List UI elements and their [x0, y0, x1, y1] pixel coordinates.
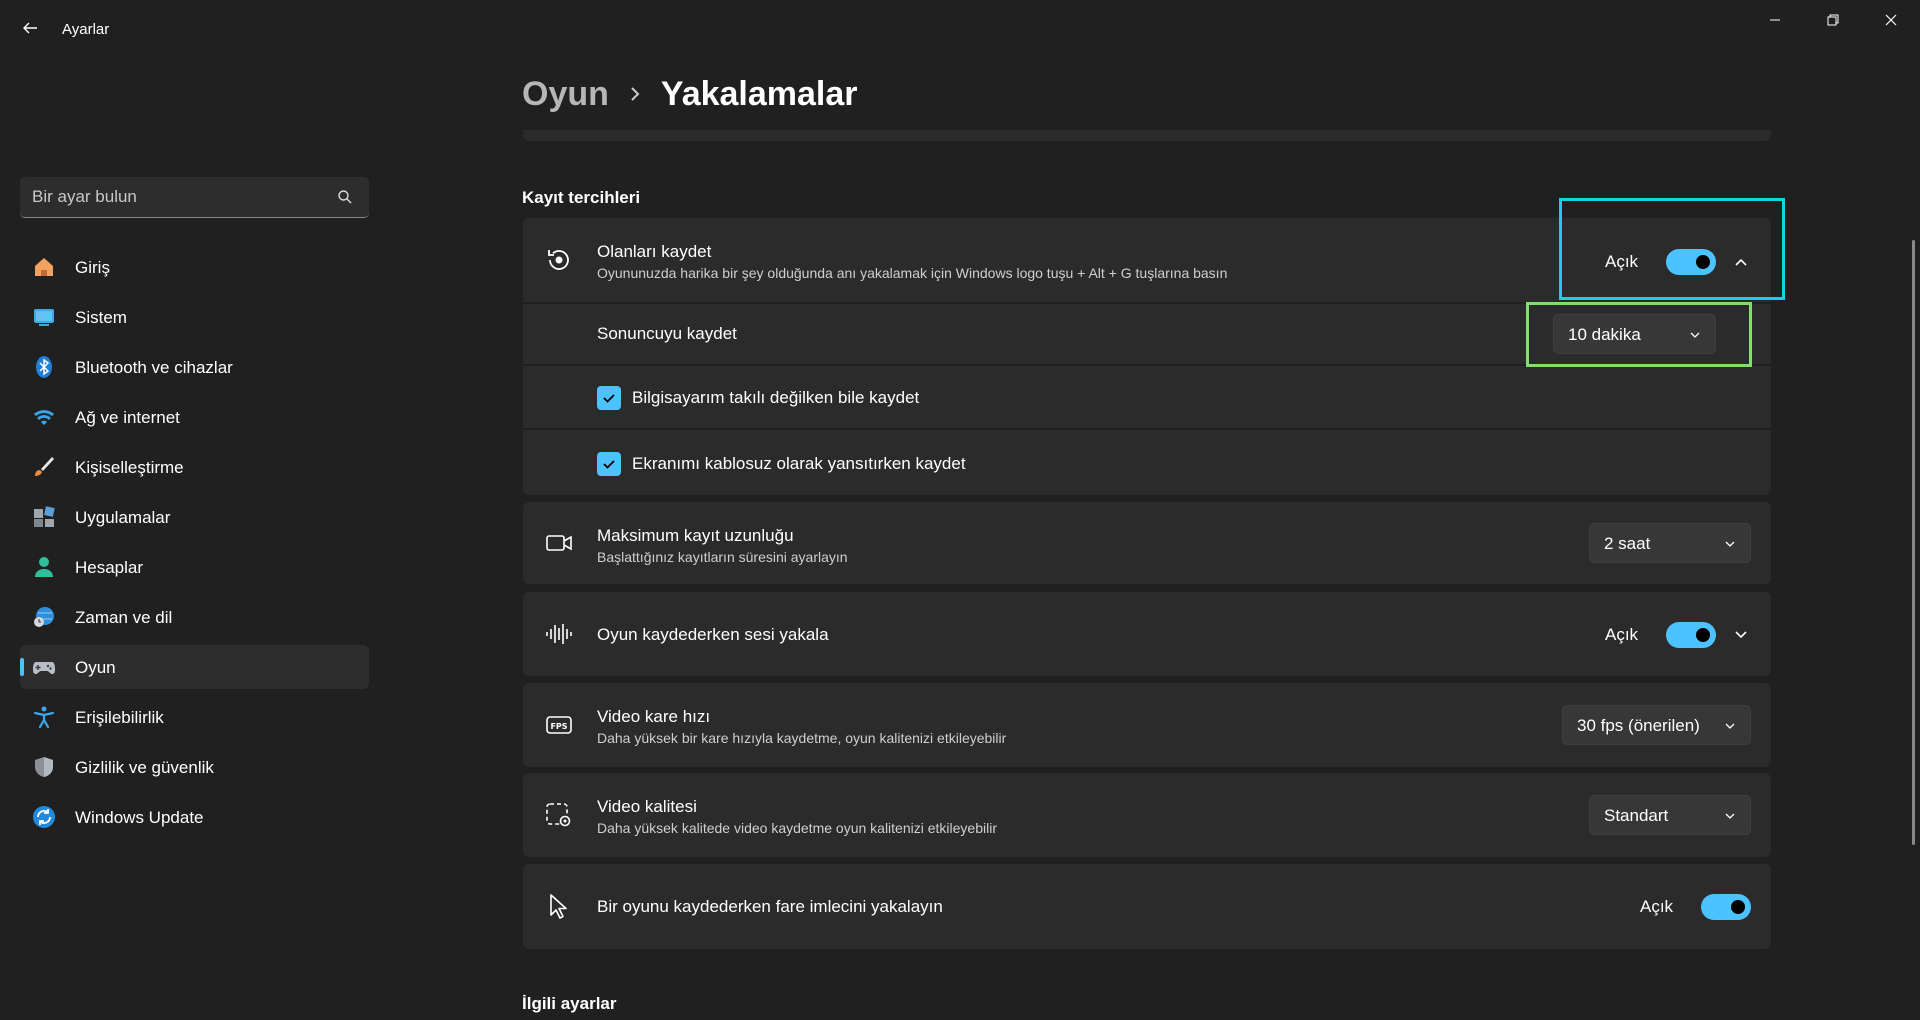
quality-value: Standart [1604, 806, 1669, 825]
breadcrumb-parent[interactable]: Oyun [522, 75, 609, 114]
audio-toggle-label: Açık [1605, 625, 1639, 644]
frame-rate-value: 30 fps (önerilen) [1577, 716, 1700, 735]
accessibility-icon [33, 706, 55, 729]
max-length-value: 2 saat [1604, 534, 1651, 553]
record-last-label: Sonuncuyu kaydet [597, 324, 737, 343]
sidebar-item-system[interactable]: Sistem [20, 295, 369, 339]
max-length-card: Maksimum kayıt uzunluğu Başlattığınız ka… [523, 502, 1771, 584]
video-camera-icon [546, 535, 572, 551]
max-length-title: Maksimum kayıt uzunluğu [597, 526, 794, 545]
highlight-box-dropdown [1526, 302, 1752, 367]
globe-clock-icon [34, 607, 54, 627]
svg-text:FPS: FPS [550, 722, 567, 731]
minimize-button[interactable] [1747, 0, 1803, 40]
audio-card[interactable]: Oyun kaydederken sesi yakala Açık [523, 592, 1771, 676]
chevron-down-icon [1725, 723, 1735, 729]
sidebar-item-bluetooth[interactable]: Bluetooth ve cihazlar [20, 345, 369, 389]
quality-title: Video kalitesi [597, 797, 697, 816]
app-title: Ayarlar [62, 21, 110, 38]
update-icon [33, 806, 55, 828]
sidebar-item-accounts[interactable]: Hesaplar [20, 545, 369, 589]
home-icon [35, 258, 53, 276]
chevron-down-icon [1735, 631, 1747, 639]
sidebar-item-home[interactable]: Giriş [20, 245, 369, 289]
frame-rate-title: Video kare hızı [597, 707, 711, 726]
scrollbar[interactable] [1912, 240, 1915, 845]
gamepad-icon [33, 662, 55, 674]
checkbox-unplugged-label: Bilgisayarım takılı değilken bile kaydet [632, 388, 920, 407]
section-title-recording: Kayıt tercihleri [522, 188, 641, 207]
chevron-right-icon [631, 87, 640, 101]
expand-button[interactable] [1730, 624, 1752, 646]
audio-title: Oyun kaydederken sesi yakala [597, 625, 829, 644]
record-history-icon [548, 250, 569, 270]
arrow-left-icon [23, 22, 37, 34]
sidebar-item-apps[interactable]: Uygulamalar [20, 495, 369, 539]
sidebar-item-personalization[interactable]: Kişiselleştirme [20, 445, 369, 489]
quality-card: Video kalitesi Daha yüksek kalitede vide… [523, 773, 1771, 857]
back-button[interactable] [18, 16, 42, 40]
page-title: Yakalamalar [660, 74, 858, 113]
brush-icon [35, 457, 54, 476]
section-title-related: İlgili ayarlar [522, 994, 617, 1013]
search-icon[interactable] [337, 189, 353, 205]
sidebar-item-windows-update[interactable]: Windows Update [20, 795, 369, 839]
search-input[interactable] [32, 177, 322, 217]
highlight-box-toggle [1559, 198, 1785, 300]
audio-waveform-icon [546, 624, 572, 644]
mouse-pointer-icon [550, 894, 567, 919]
checkmark-icon [603, 394, 615, 403]
search-box[interactable] [20, 177, 369, 218]
max-length-dropdown[interactable]: 2 saat [1589, 523, 1751, 563]
sidebar-item-accessibility[interactable]: Erişilebilirlik [20, 695, 369, 739]
person-icon [35, 557, 53, 577]
previous-card-edge [523, 130, 1771, 141]
checkbox-row-wireless: Ekranımı kablosuz olarak yansıtırken kay… [523, 430, 1771, 495]
cursor-toggle[interactable] [1701, 894, 1751, 920]
minimize-icon [1770, 19, 1780, 21]
cursor-title: Bir oyunu kaydederken fare imlecini yaka… [597, 897, 943, 916]
cursor-toggle-label: Açık [1640, 897, 1674, 916]
audio-toggle[interactable] [1666, 622, 1716, 648]
frame-rate-card: FPS Video kare hızı Daha yüksek bir kare… [523, 683, 1771, 767]
chevron-down-icon [1725, 541, 1735, 547]
checkbox-row-unplugged: Bilgisayarım takılı değilken bile kaydet [523, 366, 1771, 428]
checkbox-wireless-label: Ekranımı kablosuz olarak yansıtırken kay… [632, 454, 966, 473]
checkmark-icon [603, 460, 615, 469]
frame-rate-subtitle: Daha yüksek bir kare hızıyla kaydetme, o… [597, 730, 1007, 746]
record-what-happened-subtitle: Oyununuzda harika bir şey olduğunda anı … [597, 265, 1228, 281]
record-what-happened-title: Olanları kaydet [597, 242, 712, 261]
sidebar-nav: Giriş Sistem Bluetooth ve cihazlar Ağ ve… [20, 245, 369, 845]
fps-icon: FPS [546, 716, 572, 734]
close-icon [1885, 14, 1897, 26]
cursor-card: Bir oyunu kaydederken fare imlecini yaka… [523, 864, 1771, 949]
title-bar: Ayarlar [0, 0, 1920, 60]
sidebar-item-time-language[interactable]: Zaman ve dil [20, 595, 369, 639]
apps-icon [34, 506, 55, 527]
restore-icon [1827, 14, 1839, 26]
frame-rate-dropdown[interactable]: 30 fps (önerilen) [1562, 705, 1751, 745]
restore-button[interactable] [1805, 0, 1861, 40]
video-settings-icon [546, 803, 571, 827]
sidebar-item-gaming[interactable]: Oyun [20, 645, 369, 689]
close-button[interactable] [1863, 0, 1919, 40]
sidebar-item-network[interactable]: Ağ ve internet [20, 395, 369, 439]
sidebar-item-privacy[interactable]: Gizlilik ve güvenlik [20, 745, 369, 789]
shield-icon [35, 757, 53, 777]
checkbox-unplugged[interactable] [597, 386, 621, 410]
breadcrumb: Oyun Yakalamalar [522, 72, 858, 116]
bluetooth-icon [36, 356, 52, 378]
chevron-down-icon [1725, 813, 1735, 819]
quality-subtitle: Daha yüksek kalitede video kaydetme oyun… [597, 820, 997, 836]
system-icon [34, 309, 54, 326]
checkbox-wireless[interactable] [597, 452, 621, 476]
wifi-icon [34, 410, 54, 425]
max-length-subtitle: Başlattığınız kayıtların süresini ayarla… [597, 549, 848, 565]
quality-dropdown[interactable]: Standart [1589, 795, 1751, 835]
